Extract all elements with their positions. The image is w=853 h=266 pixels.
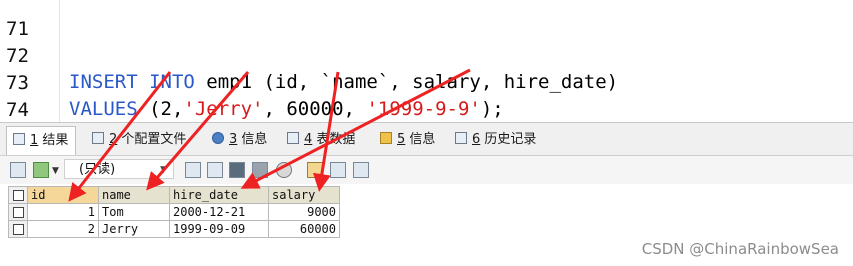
select-all-cell[interactable] xyxy=(8,186,28,204)
cell-name[interactable]: Tom xyxy=(98,203,170,221)
checkbox[interactable] xyxy=(12,207,24,218)
tab-label: 信息 xyxy=(241,132,268,147)
sql-text: ); xyxy=(480,98,504,120)
result-toolbar: ▼ (只读) ▼ xyxy=(0,156,853,184)
table-icon xyxy=(287,132,299,144)
tab-number: 6 xyxy=(472,132,481,147)
tab-messages[interactable]: 3 信息 xyxy=(212,126,267,154)
tab-number: 5 xyxy=(397,132,406,147)
gutter-divider xyxy=(59,0,60,122)
editor-line: 73 VALUES (2,'Jerry', 60000, '1999-9-9')… xyxy=(0,44,504,120)
code-text: INSERT INTO emp1 (id, `name`, salary, hi… xyxy=(69,69,618,95)
chevron-down-icon[interactable]: ▼ xyxy=(52,166,59,176)
cell-hire-date[interactable]: 1999-09-09 xyxy=(169,220,269,238)
result-grid: id name hire_date salary 1 Tom 2000-12-2… xyxy=(8,186,340,238)
text-mode-icon[interactable] xyxy=(353,162,369,178)
delete-icon[interactable] xyxy=(252,162,268,178)
grid-view-icon[interactable] xyxy=(10,162,26,178)
cell-name[interactable]: Jerry xyxy=(98,220,170,238)
tab-number: 1 xyxy=(30,133,39,148)
house-icon xyxy=(92,132,104,144)
header-row: id name hire_date salary xyxy=(8,186,340,204)
tab-results[interactable]: 1 结果 xyxy=(6,126,77,155)
export-icon[interactable] xyxy=(33,162,49,178)
editor-line: 72 INSERT INTO emp1 (id, `name`, salary,… xyxy=(0,17,618,93)
info-icon xyxy=(380,132,392,144)
column-header-salary[interactable]: salary xyxy=(268,186,340,204)
sql-text: emp1 (id, `name`, salary, hire_date) xyxy=(194,71,619,93)
sql-string: '1999-9-9' xyxy=(366,98,481,120)
tab-label: 历史记录 xyxy=(484,132,537,147)
checkbox[interactable] xyxy=(12,224,24,235)
sql-text: , 60000, xyxy=(263,98,367,120)
cell-id[interactable]: 1 xyxy=(27,203,99,221)
sql-editor[interactable]: 71 72 INSERT INTO emp1 (id, `name`, sala… xyxy=(0,0,853,122)
info-icon xyxy=(212,132,224,144)
tab-label: 表数据 xyxy=(316,132,356,147)
save-icon[interactable] xyxy=(229,162,245,178)
watermark: CSDN @ChinaRainbowSea xyxy=(641,240,839,258)
history-icon xyxy=(455,132,467,144)
sql-string: 'Jerry' xyxy=(183,98,264,120)
copy-icon[interactable] xyxy=(185,162,201,178)
editor-line: 75 xyxy=(0,98,46,122)
read-only-select[interactable]: (只读) ▼ xyxy=(64,159,174,179)
cancel-icon[interactable] xyxy=(276,162,292,178)
result-tab-bar: 1 结果 2 个配置文件 3 信息 4 表数据 5 信息 6 历史记录 xyxy=(0,122,853,156)
row-select-cell[interactable] xyxy=(8,203,28,221)
table-row[interactable]: 1 Tom 2000-12-21 9000 xyxy=(8,203,340,221)
tab-history[interactable]: 6 历史记录 xyxy=(455,126,536,154)
tab-table-data[interactable]: 4 表数据 xyxy=(287,126,355,154)
tab-label: 个配置文件 xyxy=(121,132,187,147)
tab-label: 信息 xyxy=(409,132,436,147)
row-select-cell[interactable] xyxy=(8,220,28,238)
editor-line: 74 xyxy=(0,71,46,121)
form-mode-icon[interactable] xyxy=(330,162,346,178)
code-text: VALUES (2,'Jerry', 60000, '1999-9-9'); xyxy=(69,96,504,122)
tab-profiles[interactable]: 2 个配置文件 xyxy=(92,126,186,154)
checkbox[interactable] xyxy=(12,190,24,201)
cell-hire-date[interactable]: 2000-12-21 xyxy=(169,203,269,221)
chevron-down-icon: ▼ xyxy=(160,165,167,175)
editor-line: 71 xyxy=(0,0,46,40)
tab-label: 结果 xyxy=(42,133,69,148)
sql-keyword: VALUES xyxy=(69,98,138,120)
sql-keyword: INSERT INTO xyxy=(69,71,195,93)
grid-mode-icon[interactable] xyxy=(307,162,323,178)
cell-id[interactable]: 2 xyxy=(27,220,99,238)
tab-number: 3 xyxy=(229,132,238,147)
column-header-id[interactable]: id xyxy=(27,186,99,204)
duplicate-icon[interactable] xyxy=(207,162,223,178)
table-row[interactable]: 2 Jerry 1999-09-09 60000 xyxy=(8,220,340,238)
read-only-label: (只读) xyxy=(79,162,116,177)
tab-number: 2 xyxy=(109,132,118,147)
results-icon xyxy=(13,133,25,145)
tab-info[interactable]: 5 信息 xyxy=(380,126,435,154)
cell-salary[interactable]: 9000 xyxy=(268,203,340,221)
tab-number: 4 xyxy=(304,132,313,147)
column-header-hire-date[interactable]: hire_date xyxy=(169,186,269,204)
sql-text: (2, xyxy=(137,98,184,120)
column-header-name[interactable]: name xyxy=(98,186,170,204)
cell-salary[interactable]: 60000 xyxy=(268,220,340,238)
